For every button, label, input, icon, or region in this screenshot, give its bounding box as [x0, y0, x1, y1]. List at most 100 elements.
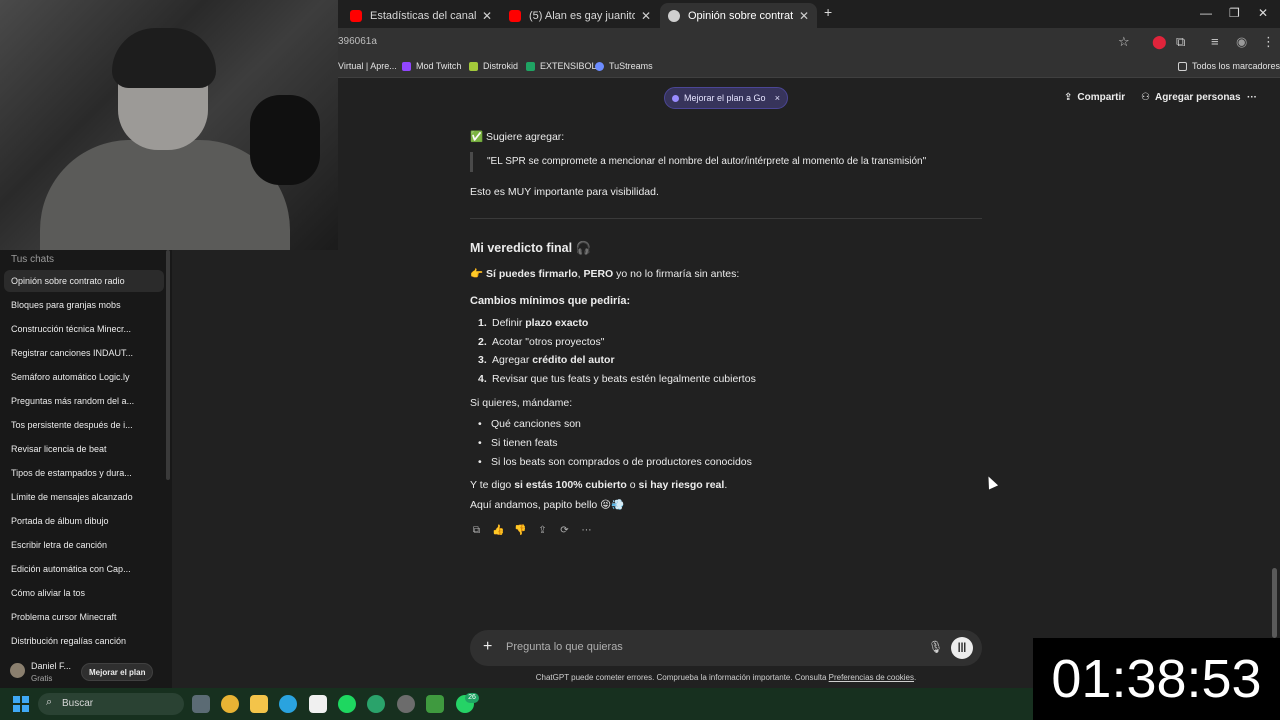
sidebar-chat-item[interactable]: Construcción técnica Minecr... [4, 318, 164, 340]
edge-icon[interactable] [367, 695, 385, 713]
send-item: • Qué canciones son [478, 418, 581, 430]
voice-mode-button[interactable]: ||| [951, 637, 973, 659]
avatar[interactable] [10, 663, 25, 678]
sidebar-chat-item[interactable]: Tos persistente después de i... [4, 414, 164, 436]
user-account[interactable]: Daniel F... Gratis Mejorar el plan [0, 655, 172, 688]
sidebar-chat-item[interactable]: Problema cursor Minecraft [4, 606, 164, 628]
list-number: 4. [478, 373, 487, 386]
share-icon: ⇪ [1064, 92, 1073, 103]
stream-timer: 01:38:53 [1033, 638, 1280, 720]
conversation-options-button[interactable]: ··· [1247, 92, 1257, 103]
extensions-icon[interactable]: ⧉ [1176, 34, 1185, 50]
tab-youtube-stats[interactable]: Estadísticas del canal - YouTube ✕ [342, 3, 500, 28]
tab-chatgpt[interactable]: Opinión sobre contrato radio ✕ [660, 3, 817, 28]
all-bookmarks[interactable]: Todos los marcadores [1178, 61, 1280, 71]
new-tab-button[interactable]: + [824, 4, 832, 20]
check-icon: ✅ [470, 131, 484, 143]
bullet-icon: • [478, 437, 482, 449]
add-people-button[interactable]: ⚇ Agregar personas [1141, 92, 1241, 103]
cookie-preferences-link[interactable]: Preferencias de cookies [829, 673, 914, 682]
composer[interactable]: + Pregunta lo que quieras 🎙 ||| [470, 630, 982, 666]
chatgpt-favicon-icon [668, 9, 680, 22]
send-item: • Si los beats son comprados o de product… [478, 456, 752, 468]
twitch-icon [402, 61, 411, 71]
minecraft-icon[interactable] [426, 695, 444, 713]
sidebar-chat-item[interactable]: Edición automática con Cap... [4, 558, 164, 580]
youtube-favicon-icon [509, 9, 521, 22]
signoff-line: Aquí andamos, papito bello 😝💨 [470, 499, 625, 511]
sidebar-chat-item[interactable]: Cómo aliviar la tos [4, 582, 164, 604]
spotify-icon[interactable] [338, 695, 356, 713]
prompt-input[interactable]: Pregunta lo que quieras [506, 641, 623, 653]
streamer-hair [112, 28, 216, 88]
sidebar-chat-item[interactable]: Tipos de estampados y dura... [4, 462, 164, 484]
star-icon[interactable]: ☆ [1118, 34, 1130, 50]
share-icon[interactable]: ⇪ [536, 524, 549, 537]
close-tab-icon[interactable]: ✕ [482, 9, 492, 23]
main-scrollbar[interactable] [1272, 568, 1277, 638]
close-tab-icon[interactable]: ✕ [799, 9, 809, 23]
sidebar-chat-item[interactable]: Preguntas más random del a... [4, 390, 164, 412]
suggested-clause-quote: "EL SPR se compromete a mencionar el nom… [470, 152, 926, 172]
sidebar-chat-item[interactable]: Límite de mensajes alcanzado [4, 486, 164, 508]
bookmark-tustreams[interactable]: TuStreams [595, 61, 653, 71]
send-item: • Si tienen feats [478, 437, 558, 449]
list-number: 3. [478, 354, 487, 367]
bookmark-mod-twitch[interactable]: Mod Twitch [402, 61, 461, 71]
bookmark-distrokid[interactable]: Distrokid [469, 61, 518, 71]
pointing-hand-icon: 👉 [470, 268, 484, 280]
url-field[interactable]: 396061a [338, 36, 377, 47]
message-actions: ⧉ 👍 👎 ⇪ ⟳ ⋯ [470, 524, 593, 537]
copy-icon[interactable]: ⧉ [470, 524, 483, 537]
sidebar-chat-item[interactable]: Revisar licencia de beat [4, 438, 164, 460]
thumbs-up-icon[interactable]: 👍 [492, 524, 505, 537]
profile-icon[interactable]: ◉ [1236, 34, 1247, 50]
obs-icon[interactable] [397, 695, 415, 713]
taskbar-search[interactable]: ⌕ Buscar [38, 693, 184, 715]
sidebar-scrollbar[interactable] [166, 250, 170, 480]
divider [470, 218, 982, 219]
folder-icon [1178, 61, 1187, 71]
change-item: 1. Definir plazo exacto [478, 317, 589, 329]
sidebar-chat-item[interactable]: Portada de álbum dibujo [4, 510, 164, 532]
bookmark-virtual[interactable]: Virtual | Apre... [338, 61, 397, 71]
bookmark-extensibol[interactable]: EXTENSIBOL [526, 61, 597, 71]
menu-kebab-icon[interactable]: ⋮ [1262, 34, 1275, 50]
share-button[interactable]: ⇪ Compartir [1064, 92, 1125, 103]
youtube-favicon-icon [350, 9, 362, 22]
windows-start-icon[interactable] [13, 696, 29, 712]
upgrade-plan-button[interactable]: Mejorar el plan [81, 663, 154, 681]
sidebar-chat-item[interactable]: Registrar canciones INDAUT... [4, 342, 164, 364]
file-explorer-icon[interactable] [250, 695, 268, 713]
minimize-icon[interactable]: — [1200, 6, 1212, 20]
sidebar-chat-item[interactable]: Semáforo automático Logic.ly [4, 366, 164, 388]
media-control-icon[interactable]: ≡ [1211, 34, 1219, 49]
capcut-icon[interactable] [309, 695, 327, 713]
webcam-overlay [0, 0, 338, 250]
chrome-icon[interactable] [221, 695, 239, 713]
close-pill-icon[interactable]: × [775, 93, 780, 103]
restore-icon[interactable]: ❐ [1229, 6, 1240, 20]
add-attachment-button[interactable]: + [483, 638, 492, 656]
thumbs-down-icon[interactable]: 👎 [514, 524, 527, 537]
extension-red-icon[interactable]: ⬤ [1152, 34, 1167, 50]
tab-youtube-song[interactable]: (5) Alan es gay juanito song - Yo ✕ [501, 3, 659, 28]
disclaimer: ChatGPT puede cometer errores. Comprueba… [535, 673, 917, 682]
telegram-icon[interactable] [279, 695, 297, 713]
send-intro: Si quieres, mándame: [470, 397, 573, 409]
close-window-icon[interactable]: ✕ [1258, 6, 1268, 20]
sidebar-chat-item[interactable]: Opinión sobre contrato radio [4, 270, 164, 292]
task-view-icon[interactable] [192, 695, 210, 713]
whatsapp-unread-badge: 26 [465, 693, 479, 703]
close-tab-icon[interactable]: ✕ [641, 9, 651, 23]
chat-sidebar: Tus chats Opinión sobre contrato radio Bl… [0, 250, 172, 688]
upgrade-pill[interactable]: Mejorar el plan a Go × [664, 87, 788, 109]
change-item: 4. Revisar que tus feats y beats estén le… [478, 373, 756, 386]
sidebar-chat-item[interactable]: Distribución regalías canción [4, 630, 164, 652]
microphone-icon[interactable]: 🎙 [928, 640, 943, 654]
sidebar-chat-item[interactable]: Bloques para granjas mobs [4, 294, 164, 316]
sidebar-chat-item[interactable]: Escribir letra de canción [4, 534, 164, 556]
regenerate-icon[interactable]: ⟳ [558, 524, 571, 537]
user-plan: Gratis [31, 674, 53, 683]
more-icon[interactable]: ⋯ [580, 524, 593, 537]
